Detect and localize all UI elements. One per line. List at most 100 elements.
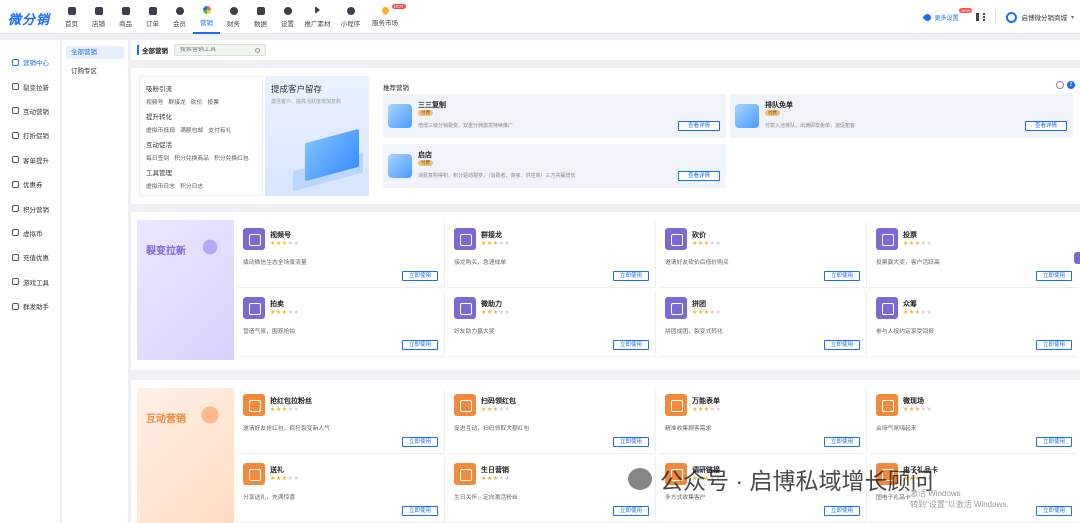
search-icon[interactable] [255, 48, 260, 53]
sidebar-item-interactive[interactable]: 互动营销 [0, 99, 60, 123]
sidebar-item-games[interactable]: 游戏工具 [0, 270, 60, 294]
use-now-button[interactable]: 立即使用 [402, 506, 438, 516]
tool-desc: 拼团成团，裂变式转化 [665, 329, 723, 335]
nav-home[interactable]: 首页 [58, 0, 85, 34]
nav-goods[interactable]: 商品 [112, 0, 139, 34]
view-details-button[interactable]: 查看详情 [678, 171, 720, 181]
category-link[interactable]: 每日签到 [146, 153, 169, 162]
assist-icon [454, 297, 476, 319]
sidebar-item-coupon[interactable]: 优惠券 [0, 172, 60, 196]
use-now-button[interactable]: 立即使用 [1036, 506, 1072, 516]
view-details-button[interactable]: 查看详情 [1025, 121, 1067, 131]
use-now-button[interactable]: 立即使用 [824, 340, 860, 350]
scan-red-packet-icon [454, 394, 476, 416]
use-now-button[interactable]: 立即使用 [613, 271, 649, 281]
use-now-button[interactable]: 立即使用 [613, 340, 649, 350]
network-icon [193, 230, 227, 264]
sub-item-all-marketing[interactable]: 全部营销 [66, 46, 124, 59]
category-link[interactable]: 虚拟币日志 [146, 181, 175, 190]
category-link[interactable]: 积分兑换商品 [174, 153, 209, 162]
tool-card: 投票 ★★★★★ 投票赢大奖，客户活跃高 立即使用 [870, 222, 1078, 288]
speaker-icon[interactable] [976, 13, 986, 21]
use-now-button[interactable]: 立即使用 [402, 340, 438, 350]
category-link[interactable]: 积分日志 [180, 181, 203, 190]
recommend-card-desc: 付款入池排队，出满即享免单，速促拓客 [765, 123, 856, 129]
use-now-button[interactable]: 立即使用 [1036, 271, 1072, 281]
category-link[interactable]: 群接龙 [168, 97, 185, 106]
tool-name: 抢红包拉粉丝 [270, 398, 312, 405]
tool-card: 拼团 ★★★★★ 拼团成团，裂变式转化 立即使用 [659, 291, 867, 357]
nav-marketing[interactable]: 营销 [193, 0, 220, 34]
category-link[interactable]: 满额包邮 [180, 125, 203, 134]
use-now-button[interactable]: 立即使用 [613, 506, 649, 516]
use-now-button[interactable]: 立即使用 [1036, 437, 1072, 447]
tool-desc: 会场气氛嗨起来 [876, 426, 917, 432]
info-icon[interactable] [1056, 81, 1064, 89]
tool-card: 群接龙 ★★★★★ 接龙购买，急速成单 立即使用 [448, 222, 656, 288]
tool-name: 众筹 [903, 301, 917, 308]
category-link[interactable]: 积分兑换红包 [214, 153, 249, 162]
category-link[interactable]: 投票 [207, 97, 219, 106]
app-logo[interactable]: 微分销 [8, 9, 50, 28]
use-now-button[interactable]: 立即使用 [824, 437, 860, 447]
filter-title: 全部营销 [137, 45, 168, 55]
form-icon [665, 394, 687, 416]
use-now-button[interactable]: 立即使用 [1036, 340, 1072, 350]
sidebar-item-order-value[interactable]: 客单提升 [0, 148, 60, 172]
sidebar-item-points[interactable]: 积分营销 [0, 196, 60, 220]
view-details-button[interactable]: 查看详情 [678, 121, 720, 131]
paid-tag: 付费 [765, 110, 780, 116]
tool-card: 送礼 ★★★★★ 分享送礼，充满惊喜 立即使用 [237, 457, 445, 523]
tool-desc: 接龙购买，急速成单 [454, 260, 507, 266]
search-input[interactable] [180, 47, 250, 53]
settings-icon [283, 6, 292, 15]
activation-line: 激活 Windows [910, 489, 961, 498]
tool-desc: 生日关怀，定向激活粉丝 [454, 495, 518, 501]
sidebar-item-recharge[interactable]: 充值优惠 [0, 245, 60, 269]
star-rating: ★★★★★ [481, 476, 511, 482]
count-badge[interactable]: 2 [1067, 81, 1075, 89]
category-link[interactable]: 虚拟币抵现 [146, 125, 175, 134]
banner-subtitle: 激活客户、提高活跃度增加复购 [271, 99, 342, 105]
game-icon [12, 278, 19, 286]
use-now-button[interactable]: 立即使用 [613, 437, 649, 447]
star-rating: ★★★★★ [270, 476, 300, 482]
recommend-card-name: 三三复制 [418, 102, 446, 109]
use-now-button[interactable]: 立即使用 [824, 271, 860, 281]
store-icon [94, 6, 103, 15]
nav-order[interactable]: 订单 [139, 0, 166, 34]
home-icon [67, 6, 76, 15]
finance-icon [229, 6, 238, 15]
coupon-icon [12, 180, 19, 188]
nav-miniprogram[interactable]: 小程序 [334, 0, 367, 34]
tool-desc: 投票赢大奖，客户活跃高 [876, 260, 940, 266]
more-settings-button[interactable]: 更多设置 NEW [923, 7, 973, 22]
sidebar-item-fission[interactable]: 裂变拉新 [0, 74, 60, 98]
category-link[interactable]: 砍价 [191, 97, 203, 106]
sidebar-item-marketing-center[interactable]: 营销中心 [0, 50, 60, 74]
miniprogram-icon [346, 6, 355, 15]
recommend-card-icon [388, 154, 412, 178]
sub-item-order-zone[interactable]: 订购专区 [66, 65, 124, 78]
sidebar-item-broadcast[interactable]: 群发助手 [0, 294, 60, 318]
use-now-button[interactable]: 立即使用 [824, 506, 860, 516]
use-now-button[interactable]: 立即使用 [402, 271, 438, 281]
broadcast-icon [12, 302, 19, 310]
use-now-button[interactable]: 立即使用 [402, 437, 438, 447]
sidebar-item-virtual-coin[interactable]: 虚拟币 [0, 221, 60, 245]
nav-member[interactable]: 会员 [166, 0, 193, 34]
category-link[interactable]: 支付有礼 [208, 125, 231, 134]
nav-finance[interactable]: 财务 [220, 0, 247, 34]
nav-store[interactable]: 店铺 [85, 0, 112, 34]
tool-name: 视频号 [270, 232, 291, 239]
floating-handle[interactable] [1074, 252, 1080, 264]
category-link[interactable]: 视频号 [146, 97, 163, 106]
nav-promo-material[interactable]: 推广素材 [301, 0, 334, 34]
nav-data[interactable]: 数据 [247, 0, 274, 34]
marketing-center-icon [12, 58, 19, 66]
store-switcher[interactable]: 启博微分销商城 ▾ [1006, 11, 1074, 23]
wechat-logo-icon [628, 468, 652, 490]
nav-settings[interactable]: 设置 [274, 0, 301, 34]
retention-banner[interactable]: 提成客户留存 激活客户、提高活跃度增加复购 [265, 76, 369, 196]
sidebar-item-discount[interactable]: 打折促销 [0, 123, 60, 147]
